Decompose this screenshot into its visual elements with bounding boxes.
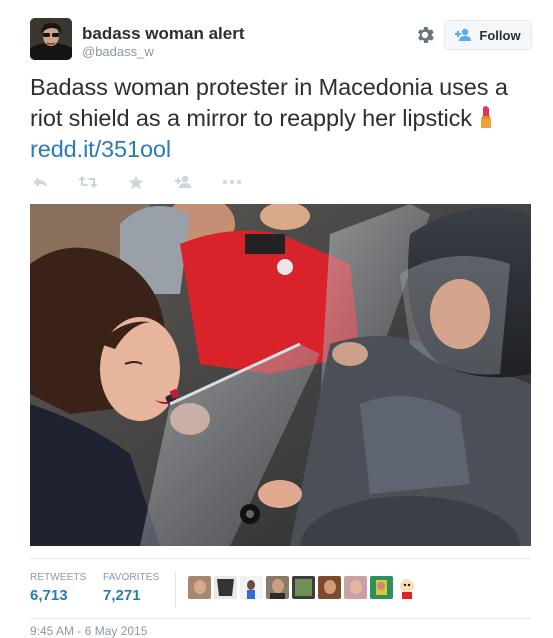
display-name[interactable]: badass woman alert bbox=[82, 24, 245, 44]
follow-button[interactable]: Follow bbox=[444, 20, 532, 50]
avatar[interactable] bbox=[370, 576, 393, 599]
user-handle[interactable]: @badass_w bbox=[82, 44, 154, 59]
favoriter-avatars bbox=[188, 576, 419, 599]
retweet-icon[interactable] bbox=[78, 174, 98, 190]
favorites-stat[interactable]: FAVORITES 7,271 bbox=[103, 572, 159, 604]
tweet-text: Badass woman protester in Macedonia uses… bbox=[30, 72, 530, 165]
stats-separator bbox=[175, 572, 176, 608]
retweets-label: RETWEETS bbox=[30, 572, 87, 583]
avatar[interactable] bbox=[188, 576, 211, 599]
favorites-count: 7,271 bbox=[103, 587, 141, 604]
avatar[interactable] bbox=[240, 576, 263, 599]
follow-button-label: Follow bbox=[479, 27, 521, 43]
tweet-actions bbox=[30, 172, 270, 192]
retweets-stat[interactable]: RETWEETS 6,713 bbox=[30, 572, 86, 604]
gear-icon[interactable] bbox=[414, 24, 436, 46]
retweets-count: 6,713 bbox=[30, 587, 68, 604]
favorites-label: FAVORITES bbox=[103, 572, 160, 583]
tweet-text-body: Badass woman protester in Macedonia uses… bbox=[30, 74, 508, 131]
avatar[interactable] bbox=[214, 576, 237, 599]
avatar[interactable] bbox=[292, 576, 315, 599]
lipstick-icon bbox=[478, 105, 494, 129]
tweet-link[interactable]: redd.it/351ool bbox=[30, 136, 171, 162]
timestamp-divider bbox=[30, 618, 531, 619]
avatar[interactable] bbox=[344, 576, 367, 599]
tweet-timestamp[interactable]: 9:45 AM - 6 May 2015 bbox=[30, 624, 147, 638]
profile-avatar[interactable] bbox=[30, 18, 72, 60]
add-user-icon bbox=[455, 28, 472, 41]
reply-icon[interactable] bbox=[30, 174, 50, 190]
tweet-photo[interactable] bbox=[30, 204, 531, 546]
avatar[interactable] bbox=[396, 576, 419, 599]
add-user-icon[interactable] bbox=[174, 174, 194, 190]
stats-divider bbox=[30, 558, 531, 559]
more-icon[interactable] bbox=[222, 174, 242, 190]
star-icon[interactable] bbox=[126, 174, 146, 190]
avatar[interactable] bbox=[266, 576, 289, 599]
tweet-header: badass woman alert @badass_w Follow bbox=[22, 18, 534, 66]
avatar[interactable] bbox=[318, 576, 341, 599]
